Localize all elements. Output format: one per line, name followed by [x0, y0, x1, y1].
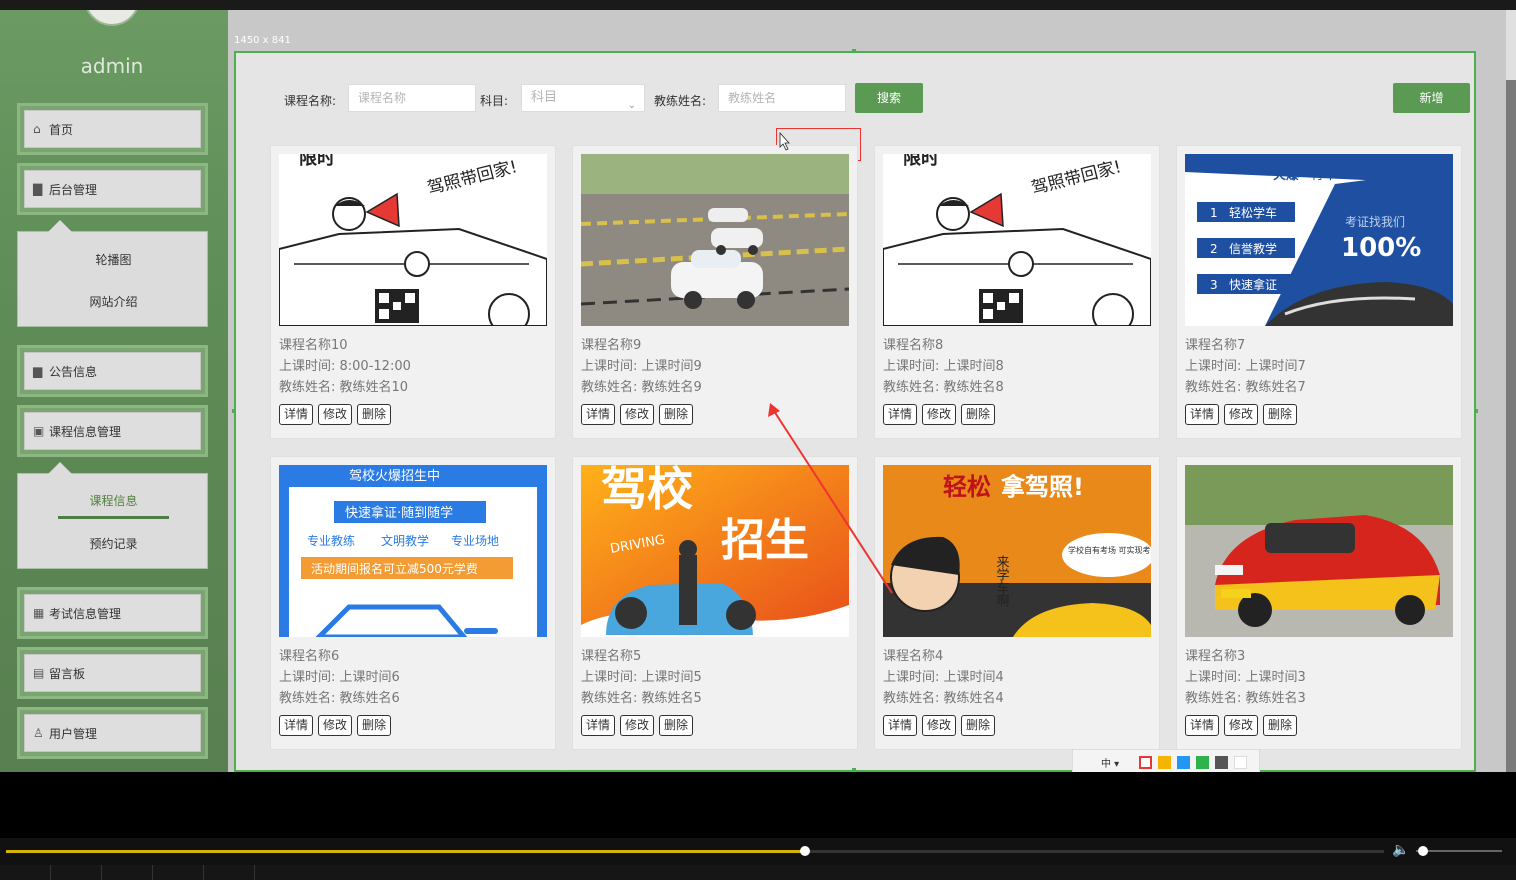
resize-handle[interactable] [1474, 409, 1478, 413]
color-swatch-gray[interactable] [1215, 756, 1229, 769]
app-root: admin ⌂ 首页 ▇ 后台管理 轮播图 网站介绍 ▆ 公告信息 ▣ 课程信息管理 课… [0, 0, 1516, 880]
scrollbar-track [1506, 10, 1516, 80]
submenu-caret [48, 462, 72, 474]
message-icon: ▤ [33, 666, 45, 680]
submenu-course: 课程信息 预约记录 [17, 462, 209, 569]
content-frame: 课程名称: 课程名称 科目: 科目 ⌄ 教练姓名: 教练姓名 搜索 新增 限时 [234, 51, 1476, 772]
volume-icon[interactable]: 🔈 [1392, 842, 1409, 858]
sidebar-item-label: 留言板 [49, 666, 86, 681]
document-icon: ▆ [33, 364, 43, 378]
submenu-item-course-info[interactable]: 课程信息 [18, 492, 209, 509]
volume-knob[interactable] [1417, 846, 1428, 856]
sidebar-item-backend[interactable]: ▇ 后台管理 [17, 163, 208, 215]
color-swatch-blue[interactable] [1177, 756, 1191, 769]
annotation-arrow [768, 131, 893, 594]
sidebar-item-message-board[interactable]: ▤ 留言板 [17, 647, 208, 699]
color-swatch-green[interactable] [1196, 756, 1210, 769]
username: admin [80, 54, 144, 78]
color-swatch-yellow[interactable] [1158, 756, 1172, 769]
sidebar-item-label: 公告信息 [49, 364, 98, 379]
progress-fill [6, 850, 806, 853]
resize-handle[interactable] [852, 49, 856, 53]
resize-handle[interactable] [232, 409, 236, 413]
window-top-strip [0, 0, 1516, 10]
submenu-item-site-intro[interactable]: 网站介绍 [18, 293, 209, 310]
sidebar-item-label: 后台管理 [49, 182, 98, 197]
sidebar-item-course-manage[interactable]: ▣ 课程信息管理 [17, 405, 208, 457]
sidebar-item-label: 用户管理 [49, 726, 98, 741]
taskbar-strip [0, 865, 1516, 880]
annotation-toolbar: 中 ▾ [1072, 749, 1260, 772]
font-size-dropdown[interactable]: 中 ▾ [1101, 755, 1119, 770]
sidebar-item-user-manage[interactable]: ♙ 用户管理 [17, 707, 208, 759]
sidebar-item-exam-manage[interactable]: ▦ 考试信息管理 [17, 587, 208, 639]
sidebar-item-label: 首页 [49, 122, 74, 137]
page-viewport: admin ⌂ 首页 ▇ 后台管理 轮播图 网站介绍 ▆ 公告信息 ▣ 课程信息管理 课… [0, 10, 1516, 772]
sidebar-item-label: 考试信息管理 [49, 606, 122, 621]
user-icon: ♙ [33, 726, 44, 740]
submenu-item-carousel[interactable]: 轮播图 [18, 251, 209, 268]
grid-icon: ▦ [33, 606, 45, 620]
color-swatch-white[interactable] [1234, 756, 1248, 769]
active-underline [58, 516, 169, 519]
frame-size-label: 1450 x 841 [234, 35, 291, 46]
scrollbar-thumb[interactable] [1506, 80, 1516, 772]
submenu-item-booking-records[interactable]: 预约记录 [18, 535, 209, 552]
course-icon: ▣ [33, 424, 45, 438]
progress-knob[interactable] [800, 846, 811, 856]
sidebar-item-label: 课程信息管理 [49, 424, 122, 439]
folder-icon: ▇ [33, 182, 43, 196]
sidebar-item-home[interactable]: ⌂ 首页 [17, 103, 208, 155]
color-swatch-red[interactable] [1139, 756, 1153, 769]
sidebar-item-notice[interactable]: ▆ 公告信息 [17, 345, 208, 397]
sidebar: admin ⌂ 首页 ▇ 后台管理 轮播图 网站介绍 ▆ 公告信息 ▣ 课程信息管理 课… [0, 10, 228, 772]
volume-track[interactable] [1416, 850, 1502, 852]
resize-handle[interactable] [852, 768, 856, 772]
submenu-backend: 轮播图 网站介绍 [17, 220, 209, 327]
submenu-caret [48, 220, 72, 232]
home-icon: ⌂ [33, 122, 41, 136]
avatar[interactable] [84, 10, 140, 26]
